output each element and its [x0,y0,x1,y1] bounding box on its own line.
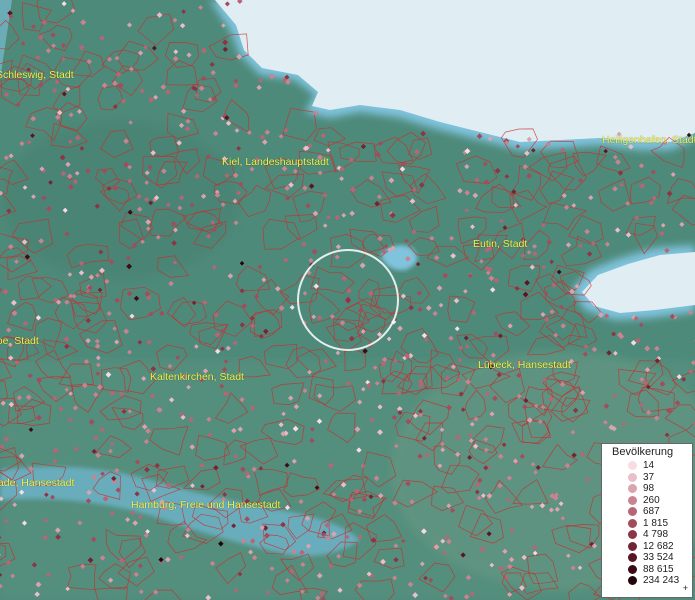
legend-swatch [628,484,637,494]
legend-swatch [628,472,637,482]
legend-label: 12 682 [643,540,674,552]
city-label-heiligenhafen: Heiligenhafen, Stadt [602,134,695,146]
map-canvas[interactable] [0,0,695,600]
legend-swatch [628,541,637,551]
legend-item: 88 615 [602,564,692,576]
legend-item: 98 [602,483,692,495]
legend-label: 88 615 [643,563,674,575]
legend-swatch [628,461,637,471]
legend-swatch [628,553,637,563]
legend-swatch [628,576,637,586]
city-label-eutin: Eutin, Stadt [473,238,528,250]
legend-rows: 14 37 98 260 687 1 815 4 798 12 682 33 524 88 615… [602,460,692,587]
legend-item: 234 243 [602,575,692,587]
city-label-hamburg: Hamburg, Freie und Hansestadt [131,499,281,511]
city-label-stade: Stade, Hansestadt [0,477,75,489]
legend-swatch [628,518,637,528]
legend-swatch [628,530,637,540]
legend-label: 4 798 [643,529,669,541]
legend-label: 37 [643,471,655,483]
legend-title: Bevölkerung [612,446,674,458]
legend-label: 687 [643,506,660,518]
legend-plus-marker: + [682,583,688,593]
legend-label: 98 [643,483,655,495]
legend-item: 37 [602,472,692,484]
legend-label: 33 524 [643,552,674,564]
legend-item: 1 815 [602,518,692,530]
legend-item: 260 [602,495,692,507]
city-label-kiel: Kiel, Landeshauptstadt [222,156,329,168]
legend-label: 1 815 [643,517,669,529]
legend-swatch [628,564,637,574]
population-legend: Bevölkerung 14 37 98 260 687 1 815 4 798 12 682… [601,443,693,598]
legend-swatch [628,507,637,517]
city-label-itzehoe: Itzehoe, Stadt [0,335,39,347]
legend-item: 687 [602,506,692,518]
city-label-schleswig: Schleswig, Stadt [0,69,74,81]
legend-item: 14 [602,460,692,472]
legend-item: 33 524 [602,552,692,564]
legend-label: 260 [643,494,660,506]
legend-label: 14 [643,460,655,472]
legend-label: 234 243 [643,575,680,587]
city-label-luebeck: Lübeck, Hansestadt [478,359,571,371]
city-label-kaltenkirchen: Kaltenkirchen, Stadt [150,371,244,383]
legend-swatch [628,495,637,505]
legend-item: 4 798 [602,529,692,541]
legend-item: 12 682 [602,541,692,553]
